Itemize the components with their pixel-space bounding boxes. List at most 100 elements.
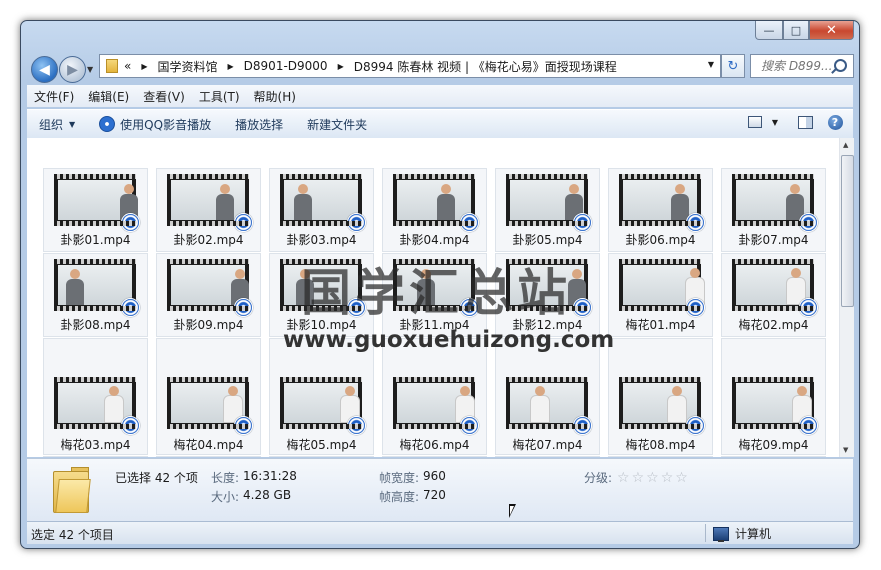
file-name: 卦影06.mp4: [625, 233, 696, 247]
refresh-button[interactable]: ↻: [721, 54, 745, 78]
breadcrumb-overflow[interactable]: «: [124, 59, 131, 73]
video-thumbnail: [732, 377, 818, 435]
qq-player-badge-icon: [686, 416, 705, 435]
file-item-partial[interactable]: [495, 456, 600, 457]
breadcrumb-item[interactable]: 国学资料馆: [158, 58, 218, 75]
play-selection-button[interactable]: 播放选择: [223, 116, 295, 133]
file-item[interactable]: 卦影07.mp4: [721, 168, 826, 252]
file-name: 卦影02.mp4: [173, 233, 244, 247]
chevron-right-icon[interactable]: ▶: [141, 62, 147, 71]
menu-tools[interactable]: 工具(T): [192, 88, 247, 105]
star-icon[interactable]: ☆: [646, 471, 659, 485]
chevron-right-icon[interactable]: ▶: [228, 62, 234, 71]
search-box[interactable]: [750, 54, 854, 78]
length-value[interactable]: 16:31:28: [243, 469, 297, 483]
video-thumbnail: [619, 174, 705, 232]
presenter-figure: [216, 184, 234, 220]
change-view-button[interactable]: [747, 114, 763, 130]
scroll-down-icon[interactable]: ▼: [843, 446, 848, 454]
qq-player-badge-icon: [121, 213, 140, 232]
file-item-partial[interactable]: [156, 456, 261, 457]
file-item[interactable]: 卦影06.mp4: [608, 168, 713, 252]
back-button[interactable]: ◀: [31, 56, 58, 83]
selection-count: 已选择 42 个项: [115, 471, 198, 485]
breadcrumb-item[interactable]: D8901-D9000: [244, 59, 328, 73]
file-item[interactable]: 梅花02.mp4: [721, 253, 826, 337]
file-item[interactable]: 梅花03.mp4: [43, 338, 148, 455]
caption-buttons: — □ ✕: [755, 21, 854, 40]
minimize-button[interactable]: —: [755, 21, 783, 40]
file-item-partial[interactable]: [269, 456, 374, 457]
presenter-figure: [294, 184, 312, 220]
file-name: 卦影03.mp4: [286, 233, 357, 247]
recent-pages-dropdown[interactable]: ▼: [87, 65, 93, 74]
search-input[interactable]: [759, 58, 835, 74]
command-bar: 组织 ▼ 使用QQ影音播放 播放选择 新建文件夹 ▼ ?: [27, 109, 853, 139]
arrow-left-icon: ◀: [39, 61, 50, 78]
play-with-qq-button[interactable]: 使用QQ影音播放: [87, 116, 223, 133]
file-item[interactable]: 梅花05.mp4: [269, 338, 374, 455]
star-icon[interactable]: ☆: [661, 471, 674, 485]
maximize-button[interactable]: □: [783, 21, 809, 40]
menu-file[interactable]: 文件(F): [27, 88, 81, 105]
file-item[interactable]: 梅花08.mp4: [608, 338, 713, 455]
file-item-partial[interactable]: [382, 456, 487, 457]
menu-help[interactable]: 帮助(H): [247, 88, 303, 105]
qq-player-badge-icon: [573, 416, 592, 435]
file-name: 卦影04.mp4: [399, 233, 470, 247]
frame-width-value[interactable]: 960: [423, 469, 446, 483]
file-item[interactable]: 卦影02.mp4: [156, 168, 261, 252]
scroll-up-icon[interactable]: ▲: [843, 141, 848, 149]
file-item-partial[interactable]: [721, 456, 826, 457]
file-name: 卦影09.mp4: [173, 318, 244, 332]
qq-player-badge-icon: [686, 213, 705, 232]
file-item[interactable]: 梅花06.mp4: [382, 338, 487, 455]
scrollbar-thumb[interactable]: [841, 155, 854, 307]
star-icon[interactable]: ☆: [675, 471, 688, 485]
new-folder-button[interactable]: 新建文件夹: [295, 116, 379, 133]
menu-bar: 文件(F) 编辑(E) 查看(V) 工具(T) 帮助(H): [27, 85, 853, 107]
menu-view[interactable]: 查看(V): [136, 88, 192, 105]
watermark-url: www.guoxuehuizong.com: [283, 327, 615, 353]
file-item[interactable]: 卦影01.mp4: [43, 168, 148, 252]
qq-player-badge-icon: [347, 213, 366, 232]
close-button[interactable]: ✕: [809, 21, 854, 40]
qq-player-badge-icon: [234, 213, 253, 232]
star-icon[interactable]: ☆: [632, 471, 645, 485]
star-icon[interactable]: ☆: [617, 471, 630, 485]
file-item[interactable]: 卦影08.mp4: [43, 253, 148, 337]
organize-button[interactable]: 组织 ▼: [27, 116, 87, 133]
preview-pane-icon: [797, 115, 813, 129]
file-item[interactable]: 卦影09.mp4: [156, 253, 261, 337]
frame-height-value[interactable]: 720: [423, 488, 446, 502]
status-selection: 选定 42 个项目: [31, 528, 114, 542]
file-item[interactable]: 卦影05.mp4: [495, 168, 600, 252]
file-item-partial[interactable]: [608, 456, 713, 457]
breadcrumb-item[interactable]: D8994 陈春林 视频 | 《梅花心易》面授现场课程: [354, 58, 617, 75]
chevron-right-icon[interactable]: ▶: [338, 62, 344, 71]
preview-pane-button[interactable]: [797, 114, 813, 130]
file-item-partial[interactable]: [43, 456, 148, 457]
file-name: 梅花06.mp4: [399, 438, 470, 452]
vertical-scrollbar[interactable]: ▲ ▼: [839, 138, 854, 457]
forward-button[interactable]: ▶: [59, 56, 86, 83]
video-thumbnail: [732, 174, 818, 232]
file-item[interactable]: 卦影04.mp4: [382, 168, 487, 252]
file-item[interactable]: 梅花09.mp4: [721, 338, 826, 455]
file-name: 梅花01.mp4: [625, 318, 696, 332]
file-item[interactable]: 卦影03.mp4: [269, 168, 374, 252]
file-item[interactable]: 梅花04.mp4: [156, 338, 261, 455]
address-bar[interactable]: « ▶ 国学资料馆 ▶ D8901-D9000 ▶ D8994 陈春林 视频 |…: [99, 54, 721, 78]
rating-stars[interactable]: ☆ ☆ ☆ ☆ ☆: [617, 471, 690, 485]
view-dropdown[interactable]: ▼: [767, 114, 783, 130]
status-location: 计算机: [713, 525, 771, 542]
navigation-buttons: ◀ ▶ ▼: [29, 55, 93, 83]
address-dropdown[interactable]: ▼: [708, 60, 714, 69]
file-item[interactable]: 梅花07.mp4: [495, 338, 600, 455]
qq-player-badge-icon: [460, 213, 479, 232]
menu-edit[interactable]: 编辑(E): [81, 88, 136, 105]
search-icon[interactable]: [834, 59, 847, 72]
view-icon: [748, 116, 762, 128]
help-button[interactable]: ?: [827, 114, 843, 130]
file-item[interactable]: 梅花01.mp4: [608, 253, 713, 337]
